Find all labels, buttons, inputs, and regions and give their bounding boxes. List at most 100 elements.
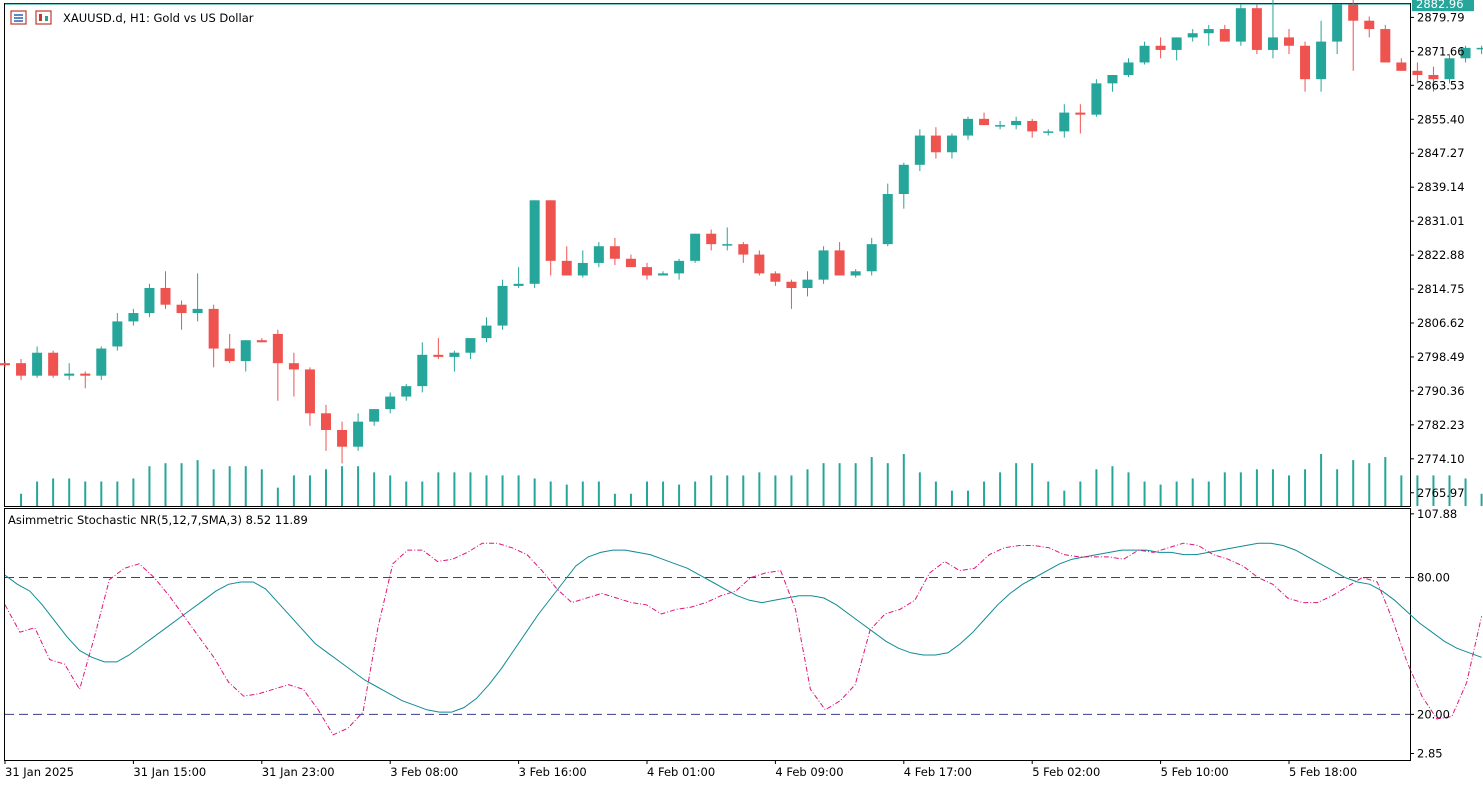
trading-chart[interactable]: 2879.79 2871.66 2863.53 2855.40 2847.27 2839.… xyxy=(0,0,1483,786)
candle-body xyxy=(1364,20,1375,30)
candle-body xyxy=(224,348,235,362)
current-price-label: 2882.96 xyxy=(1416,0,1464,11)
time-tick-label: 4 Feb 01:00 xyxy=(647,765,715,779)
candle-body xyxy=(722,244,733,246)
time-tick-label: 5 Feb 18:00 xyxy=(1289,765,1357,779)
price-tick-label: 2847.27 xyxy=(1417,146,1465,160)
candle-body xyxy=(930,135,941,153)
candle-body xyxy=(0,363,10,366)
candle-body xyxy=(321,413,331,430)
candle-body xyxy=(1011,120,1022,126)
candlestick-series xyxy=(0,0,1483,464)
candle-body xyxy=(1043,131,1054,133)
candle-body xyxy=(1187,33,1198,38)
price-tick-label: 2839.14 xyxy=(1417,180,1465,194)
price-tick-label: 2831.01 xyxy=(1417,214,1465,228)
candle-body xyxy=(1235,8,1246,42)
candle-body xyxy=(385,396,396,410)
candle-body xyxy=(1444,58,1455,80)
candle-body xyxy=(1332,4,1343,42)
candle-body xyxy=(898,164,909,195)
price-tick-label: 2774.10 xyxy=(1417,452,1465,466)
candle-body xyxy=(1284,37,1294,46)
candle-body xyxy=(1251,8,1262,50)
candle-body xyxy=(1171,37,1182,50)
time-tick-label: 3 Feb 16:00 xyxy=(519,765,587,779)
candle-body xyxy=(963,118,973,136)
price-tick-label: 2855.40 xyxy=(1417,112,1465,126)
candle-body xyxy=(80,373,91,376)
chart-header: XAUUSD.d, H1: Gold vs US Dollar xyxy=(10,10,254,25)
candle-body xyxy=(1412,70,1423,75)
time-axis: 31 Jan 2025 31 Jan 15:00 31 Jan 23:00 3 Feb… xyxy=(4,760,1357,779)
candle-body xyxy=(304,369,315,414)
candle-body xyxy=(625,258,636,268)
time-tick-label: 4 Feb 09:00 xyxy=(775,765,843,779)
candle-body xyxy=(256,340,267,343)
candle-body xyxy=(609,246,620,259)
candle-body xyxy=(786,281,797,288)
candle-body xyxy=(240,340,251,362)
price-tick-label: 2863.53 xyxy=(1417,78,1465,92)
chart-window-icon[interactable] xyxy=(10,10,27,25)
price-tick-label: 2871.66 xyxy=(1417,44,1465,58)
time-tick-label: 31 Jan 15:00 xyxy=(133,765,206,779)
candle-body xyxy=(1107,74,1118,84)
candle-body xyxy=(754,254,765,274)
candle-body xyxy=(288,363,299,370)
candle-body xyxy=(1380,29,1391,63)
indicator-title: Asimmetric Stochastic NR(5,12,7,SMA,3) 8… xyxy=(8,513,308,527)
indicator-lines xyxy=(4,542,1483,736)
time-tick-label: 31 Jan 2025 xyxy=(5,765,74,779)
candle-body xyxy=(593,246,604,263)
price-tick-label: 2798.49 xyxy=(1417,350,1465,364)
candle-body xyxy=(674,260,685,274)
candle-body xyxy=(561,260,572,276)
candle-body xyxy=(481,325,492,339)
candle-body xyxy=(1476,47,1483,50)
time-tick-label: 3 Feb 08:00 xyxy=(390,765,458,779)
candle-body xyxy=(465,338,476,353)
price-panel-frame xyxy=(4,3,1411,507)
candle-body xyxy=(449,352,460,357)
candle-body xyxy=(369,409,380,422)
candle-chart-icon[interactable] xyxy=(35,10,52,25)
candle-body xyxy=(144,287,155,314)
candle-body xyxy=(433,354,444,357)
time-tick-label: 5 Feb 02:00 xyxy=(1032,765,1100,779)
time-tick-label: 31 Jan 23:00 xyxy=(262,765,335,779)
candle-body xyxy=(96,348,107,376)
price-tick-label: 2822.88 xyxy=(1417,248,1465,262)
candle-body xyxy=(513,283,524,286)
signal-line xyxy=(4,542,1483,736)
candle-body xyxy=(850,271,861,276)
candle-body xyxy=(192,308,203,314)
price-tick-label: 2879.79 xyxy=(1417,10,1465,24)
candle-body xyxy=(545,200,556,261)
candle-body xyxy=(995,125,1006,127)
candle-body xyxy=(1059,112,1070,132)
candle-body xyxy=(706,233,717,245)
candle-body xyxy=(1091,83,1102,115)
indicator-tick-label: 80.00 xyxy=(1417,570,1450,584)
candle-body xyxy=(1075,112,1086,115)
candle-body xyxy=(770,273,781,282)
candle-body xyxy=(866,244,877,272)
candle-body xyxy=(882,194,893,245)
candle-body xyxy=(272,333,283,364)
main-line xyxy=(4,542,1482,713)
candle-body xyxy=(658,273,669,276)
candle-body xyxy=(642,267,652,276)
time-tick-label: 4 Feb 17:00 xyxy=(904,765,972,779)
candle-body xyxy=(176,304,187,314)
candle-body xyxy=(1027,120,1038,132)
price-tick-label: 2765.97 xyxy=(1417,486,1465,500)
price-tick-label: 2782.23 xyxy=(1417,418,1465,432)
price-tick-label: 2806.62 xyxy=(1417,316,1465,330)
candle-body xyxy=(16,363,27,376)
candle-body xyxy=(946,135,957,153)
indicator-tick-label: 20.00 xyxy=(1417,707,1450,721)
candle-body xyxy=(1203,29,1214,34)
price-tick-label: 2814.75 xyxy=(1417,282,1465,296)
candle-body xyxy=(64,373,75,376)
